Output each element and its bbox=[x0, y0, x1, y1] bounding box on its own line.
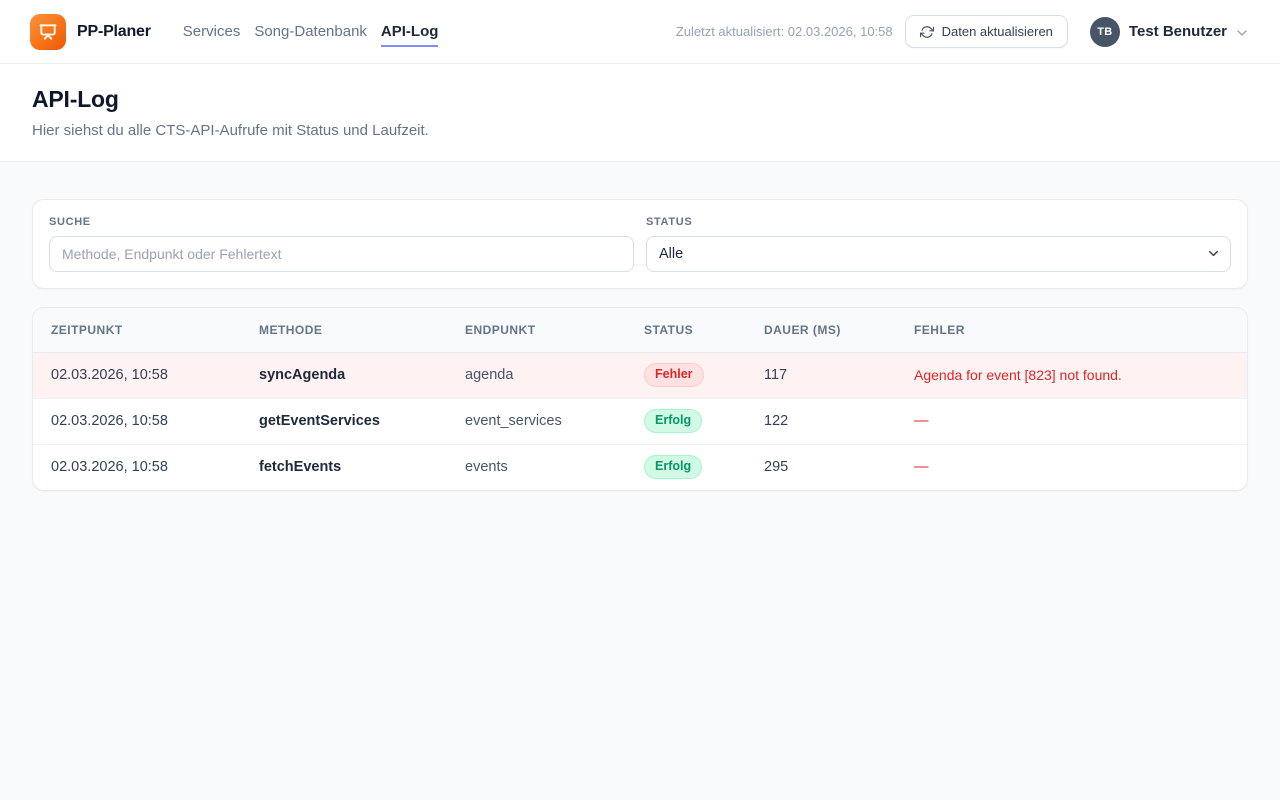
status-filter: Status Alle bbox=[646, 216, 1231, 272]
page-subtitle: Hier siehst du alle CTS-API-Aufrufe mit … bbox=[32, 122, 1248, 139]
cell-methode: getEventServices bbox=[241, 398, 447, 444]
topbar: PP-Planer Services Song-Datenbank API-Lo… bbox=[0, 0, 1280, 64]
cell-status: Erfolg bbox=[626, 398, 746, 444]
app-logo bbox=[30, 14, 66, 50]
search-label: Suche bbox=[49, 216, 634, 228]
search-input[interactable] bbox=[49, 236, 634, 272]
api-log-table: Zeitpunkt Methode Endpunkt Status Dauer … bbox=[33, 308, 1247, 490]
api-log-table-card: Zeitpunkt Methode Endpunkt Status Dauer … bbox=[32, 307, 1248, 491]
col-status: Status bbox=[626, 308, 746, 352]
main-nav: Services Song-Datenbank API-Log bbox=[183, 0, 439, 63]
nav-item-song-datenbank[interactable]: Song-Datenbank bbox=[254, 18, 367, 47]
cell-zeitpunkt: 02.03.2026, 10:58 bbox=[33, 352, 241, 398]
user-name: Test Benutzer bbox=[1129, 23, 1227, 40]
cell-zeitpunkt: 02.03.2026, 10:58 bbox=[33, 444, 241, 490]
user-menu[interactable]: TB Test Benutzer bbox=[1090, 17, 1250, 47]
cell-dauer: 295 bbox=[746, 444, 896, 490]
col-endpunkt: Endpunkt bbox=[447, 308, 626, 352]
cell-endpunkt: events bbox=[447, 444, 626, 490]
cell-dauer: 122 bbox=[746, 398, 896, 444]
cell-fehler: — bbox=[896, 444, 1247, 490]
status-badge: Erfolg bbox=[644, 409, 702, 433]
table-row: 02.03.2026, 10:58 fetchEvents events Erf… bbox=[33, 444, 1247, 490]
cell-fehler: Agenda for event [823] not found. bbox=[896, 352, 1247, 398]
page-title: API-Log bbox=[32, 86, 1248, 113]
nav-item-services[interactable]: Services bbox=[183, 18, 241, 47]
cell-zeitpunkt: 02.03.2026, 10:58 bbox=[33, 398, 241, 444]
col-zeitpunkt: Zeitpunkt bbox=[33, 308, 241, 352]
cell-methode: syncAgenda bbox=[241, 352, 447, 398]
cell-fehler: — bbox=[896, 398, 1247, 444]
main-content: Suche Status Alle Zeitpunkt bbox=[0, 162, 1280, 528]
refresh-button-label: Daten aktualisieren bbox=[942, 24, 1053, 39]
chevron-down-icon bbox=[1234, 25, 1250, 41]
col-fehler: Fehler bbox=[896, 308, 1247, 352]
page-head: API-Log Hier siehst du alle CTS-API-Aufr… bbox=[0, 64, 1280, 162]
cell-endpunkt: agenda bbox=[447, 352, 626, 398]
topbar-right: Zuletzt aktualisiert: 02.03.2026, 10:58 … bbox=[676, 15, 1250, 48]
table-row: 02.03.2026, 10:58 syncAgenda agenda Fehl… bbox=[33, 352, 1247, 398]
status-badge: Erfolg bbox=[644, 455, 702, 479]
refresh-data-button[interactable]: Daten aktualisieren bbox=[905, 15, 1068, 48]
brand-name: PP-Planer bbox=[77, 23, 151, 41]
avatar: TB bbox=[1090, 17, 1120, 47]
status-badge: Fehler bbox=[644, 363, 704, 387]
status-select[interactable]: Alle bbox=[646, 236, 1231, 272]
cell-methode: fetchEvents bbox=[241, 444, 447, 490]
cell-dauer: 117 bbox=[746, 352, 896, 398]
search-filter: Suche bbox=[49, 216, 634, 272]
status-label: Status bbox=[646, 216, 1231, 228]
cell-status: Fehler bbox=[626, 352, 746, 398]
refresh-icon bbox=[920, 25, 934, 39]
nav-item-api-log[interactable]: API-Log bbox=[381, 18, 439, 47]
cell-endpunkt: event_services bbox=[447, 398, 626, 444]
filter-card: Suche Status Alle bbox=[32, 199, 1248, 289]
col-dauer: Dauer (ms) bbox=[746, 308, 896, 352]
table-row: 02.03.2026, 10:58 getEventServices event… bbox=[33, 398, 1247, 444]
cell-status: Erfolg bbox=[626, 444, 746, 490]
presentation-icon bbox=[38, 22, 58, 42]
col-methode: Methode bbox=[241, 308, 447, 352]
table-header-row: Zeitpunkt Methode Endpunkt Status Dauer … bbox=[33, 308, 1247, 352]
status-select-wrap: Alle bbox=[646, 236, 1231, 272]
last-updated-text: Zuletzt aktualisiert: 02.03.2026, 10:58 bbox=[676, 24, 893, 39]
